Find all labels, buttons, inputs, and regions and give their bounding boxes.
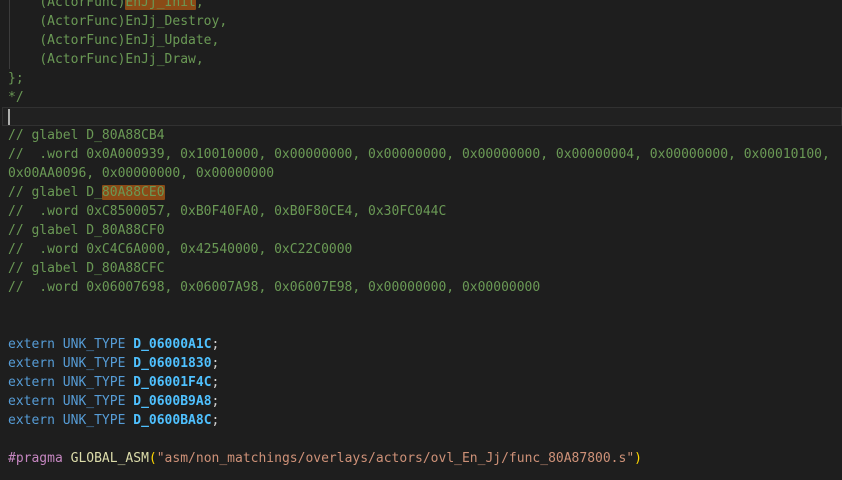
search-match-highlight: EnJj_Init xyxy=(125,0,195,10)
code-token: D_06001F4C xyxy=(133,375,211,390)
code-token: }; xyxy=(8,71,24,86)
code-token: (ActorFunc)EnJj_Draw, xyxy=(8,52,204,67)
code-token: "asm/non_matchings/overlays/actors/ovl_E… xyxy=(157,451,634,466)
code-line: extern UNK_TYPE D_06001F4C; xyxy=(8,373,842,392)
code-token: UNK_TYPE xyxy=(63,337,126,352)
code-line: // .word 0x06007698, 0x06007A98, 0x06007… xyxy=(8,278,842,297)
code-token: extern xyxy=(8,394,55,409)
code-token: // .word 0x0A000939, 0x10010000, 0x00000… xyxy=(8,147,838,181)
code-line: (ActorFunc)EnJj_Draw, xyxy=(8,50,842,69)
code-token xyxy=(55,337,63,352)
code-token: extern xyxy=(8,356,55,371)
code-line: // glabel D_80A88CE0 xyxy=(8,183,842,202)
code-token: extern xyxy=(8,375,55,390)
text-cursor xyxy=(8,109,10,125)
code-token: D_0600BA8C xyxy=(133,413,211,428)
code-line: // .word 0xC4C6A000, 0x42540000, 0xC22C0… xyxy=(8,240,842,259)
code-line: // glabel D_80A88CFC xyxy=(8,259,842,278)
code-token: extern xyxy=(8,413,55,428)
code-line: // .word 0x0A000939, 0x10010000, 0x00000… xyxy=(8,145,842,183)
code-line xyxy=(8,430,842,449)
code-token: // .word 0xC4C6A000, 0x42540000, 0xC22C0… xyxy=(8,242,352,257)
code-token: // glabel D_80A88CF0 xyxy=(8,223,165,238)
code-token xyxy=(55,375,63,390)
code-line: // glabel D_80A88CF0 xyxy=(8,221,842,240)
code-line: // glabel D_80A88CB4 xyxy=(8,126,842,145)
code-token: UNK_TYPE xyxy=(63,394,126,409)
code-token: #pragma xyxy=(8,451,63,466)
code-token xyxy=(55,413,63,428)
code-token: (ActorFunc)EnJj_Update, xyxy=(8,33,219,48)
code-token: // glabel D_80A88CB4 xyxy=(8,128,165,143)
code-line: (ActorFunc)EnJj_Destroy, xyxy=(8,12,842,31)
code-line: extern UNK_TYPE D_0600B9A8; xyxy=(8,392,842,411)
code-line: }; xyxy=(8,69,842,88)
code-token: // glabel D_80A88CFC xyxy=(8,261,165,276)
code-token: , xyxy=(196,0,204,10)
code-token: // .word 0xC8500057, 0xB0F40FA0, 0xB0F80… xyxy=(8,204,446,219)
code-token xyxy=(63,451,71,466)
code-token xyxy=(55,356,63,371)
code-token: ; xyxy=(212,356,220,371)
code-line: (ActorFunc)EnJj_Update, xyxy=(8,31,842,50)
code-line: */ xyxy=(8,88,842,107)
code-token: ; xyxy=(212,394,220,409)
code-token: // glabel D_ xyxy=(8,185,102,200)
code-line xyxy=(8,316,842,335)
code-token: ) xyxy=(634,451,642,466)
code-token: // .word 0x06007698, 0x06007A98, 0x06007… xyxy=(8,280,540,295)
code-line: // .word 0xC8500057, 0xB0F40FA0, 0xB0F80… xyxy=(8,202,842,221)
code-token: ( xyxy=(149,451,157,466)
code-token: ; xyxy=(212,375,220,390)
code-line: #pragma GLOBAL_ASM("asm/non_matchings/ov… xyxy=(8,449,842,468)
code-line: (ActorFunc)EnJj_Init, xyxy=(8,0,842,12)
code-token: UNK_TYPE xyxy=(63,375,126,390)
code-token: extern xyxy=(8,337,55,352)
code-token: UNK_TYPE xyxy=(63,356,126,371)
code-line xyxy=(8,468,842,480)
code-line xyxy=(8,107,842,126)
code-token: ; xyxy=(212,413,220,428)
code-line xyxy=(8,297,842,316)
code-editor[interactable]: (ActorFunc)EnJj_Init, (ActorFunc)EnJj_De… xyxy=(0,0,842,480)
code-line: extern UNK_TYPE D_06001830; xyxy=(8,354,842,373)
code-token xyxy=(55,394,63,409)
search-match-highlight: 80A88CE0 xyxy=(102,185,165,200)
code-token: ; xyxy=(212,337,220,352)
code-token: (ActorFunc) xyxy=(8,0,125,10)
code-area: (ActorFunc)EnJj_Init, (ActorFunc)EnJj_De… xyxy=(8,0,842,480)
code-token: GLOBAL_ASM xyxy=(71,451,149,466)
code-token: UNK_TYPE xyxy=(63,413,126,428)
code-token: */ xyxy=(8,90,24,105)
code-token: (ActorFunc)EnJj_Destroy, xyxy=(8,14,227,29)
code-token: D_0600B9A8 xyxy=(133,394,211,409)
code-line: extern UNK_TYPE D_0600BA8C; xyxy=(8,411,842,430)
code-token: D_06000A1C xyxy=(133,337,211,352)
code-line: extern UNK_TYPE D_06000A1C; xyxy=(8,335,842,354)
code-token: D_06001830 xyxy=(133,356,211,371)
